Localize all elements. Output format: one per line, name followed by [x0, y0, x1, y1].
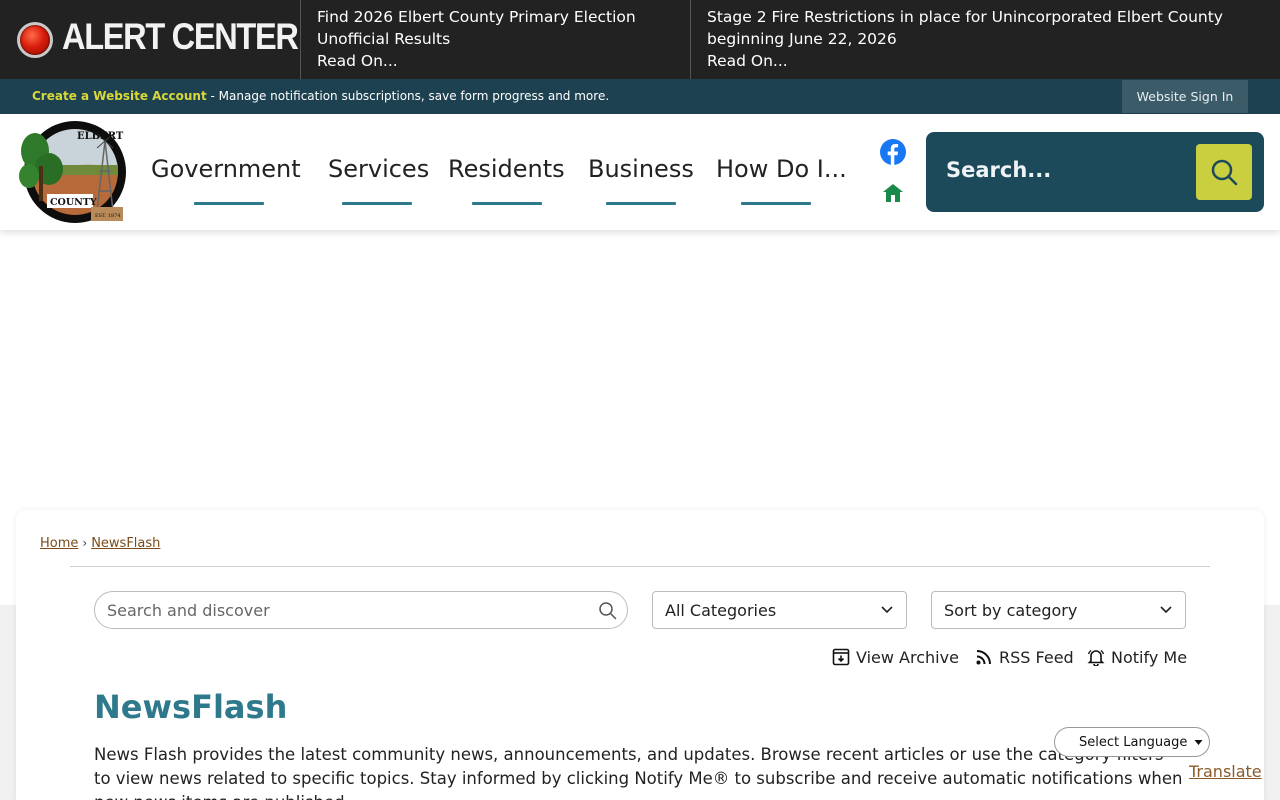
divider	[70, 566, 1210, 567]
nav-government[interactable]: Government	[151, 155, 301, 183]
svg-text:ELBERT: ELBERT	[77, 131, 124, 142]
breadcrumb-separator: ›	[82, 536, 88, 550]
elbert-county-logo[interactable]: ELBERT COUNTY EST. 1874	[15, 121, 130, 223]
nav-underline	[606, 202, 676, 205]
alert-item-text: Find 2026 Elbert County Primary Election…	[317, 8, 636, 48]
alert-read-on-link[interactable]: Read On...	[707, 50, 1280, 72]
alert-light-icon	[17, 22, 53, 58]
sort-select[interactable]: Sort by category	[931, 591, 1186, 629]
site-search: Search...	[926, 132, 1264, 212]
svg-text:COUNTY: COUNTY	[50, 197, 97, 208]
language-select-value: Select Language	[1079, 734, 1188, 750]
home-icon[interactable]	[882, 183, 904, 203]
alert-item-text: Stage 2 Fire Restrictions in place for U…	[707, 8, 1223, 48]
alert-center-title: ALERT CENTER	[62, 16, 299, 57]
rss-feed-label: RSS Feed	[999, 647, 1074, 667]
view-archive-link[interactable]: View Archive	[832, 646, 959, 668]
bell-icon	[1087, 649, 1105, 666]
account-message-text: - Manage notification subscriptions, sav…	[206, 89, 610, 103]
chevron-down-icon	[881, 606, 893, 614]
alert-center-banner[interactable]: ALERT CENTER	[0, 0, 300, 79]
language-select[interactable]: Select Language	[1054, 727, 1210, 757]
nav-how-do-i[interactable]: How Do I...	[716, 155, 847, 183]
site-search-button[interactable]	[1196, 144, 1252, 200]
breadcrumb-home-link[interactable]: Home	[40, 536, 78, 551]
alert-item[interactable]: Find 2026 Elbert County Primary Election…	[300, 0, 690, 79]
search-icon[interactable]	[598, 601, 617, 620]
site-search-input[interactable]: Search...	[946, 158, 1051, 182]
archive-icon	[832, 648, 850, 666]
nav-services[interactable]: Services	[328, 155, 429, 183]
chevron-down-icon	[1160, 606, 1172, 614]
nav-residents[interactable]: Residents	[448, 155, 565, 183]
account-bar: Create a Website Account - Manage notifi…	[0, 79, 1280, 114]
breadcrumb-newsflash-link[interactable]: NewsFlash	[91, 536, 160, 551]
rss-feed-link[interactable]: RSS Feed	[975, 646, 1074, 668]
rss-icon	[976, 650, 991, 665]
category-select[interactable]: All Categories	[652, 591, 907, 629]
view-archive-label: View Archive	[856, 647, 959, 667]
category-select-value: All Categories	[665, 601, 777, 620]
page-title: NewsFlash	[94, 688, 288, 726]
nav-underline	[194, 202, 264, 205]
nav-underline	[472, 202, 542, 205]
notify-me-link[interactable]: Notify Me	[1087, 646, 1187, 668]
translate-link[interactable]: Translate	[1189, 762, 1262, 781]
create-account-link[interactable]: Create a Website Account	[32, 89, 207, 103]
website-sign-in-button[interactable]: Website Sign In	[1122, 80, 1248, 113]
newsflash-search-placeholder: Search and discover	[107, 601, 270, 620]
svg-text:EST. 1874: EST. 1874	[95, 213, 121, 219]
newsflash-search-input[interactable]: Search and discover	[94, 591, 628, 629]
account-message: Create a Website Account - Manage notifi…	[32, 89, 609, 103]
facebook-icon[interactable]	[880, 139, 906, 165]
sort-select-value: Sort by category	[944, 601, 1078, 620]
notify-me-label: Notify Me	[1111, 647, 1188, 667]
search-icon	[1211, 159, 1238, 186]
site-header: ELBERT COUNTY EST. 1874 Government Servi…	[0, 114, 1280, 230]
alert-item[interactable]: Stage 2 Fire Restrictions in place for U…	[690, 0, 1280, 79]
nav-underline	[342, 202, 412, 205]
nav-business[interactable]: Business	[588, 155, 694, 183]
nav-underline	[741, 202, 811, 205]
alert-bar: ALERT CENTER Find 2026 Elbert County Pri…	[0, 0, 1280, 79]
newsflash-description: News Flash provides the latest community…	[94, 745, 1183, 800]
breadcrumb: Home › NewsFlash	[40, 536, 160, 551]
chevron-down-icon	[1194, 740, 1203, 745]
alert-read-on-link[interactable]: Read On...	[317, 50, 690, 72]
